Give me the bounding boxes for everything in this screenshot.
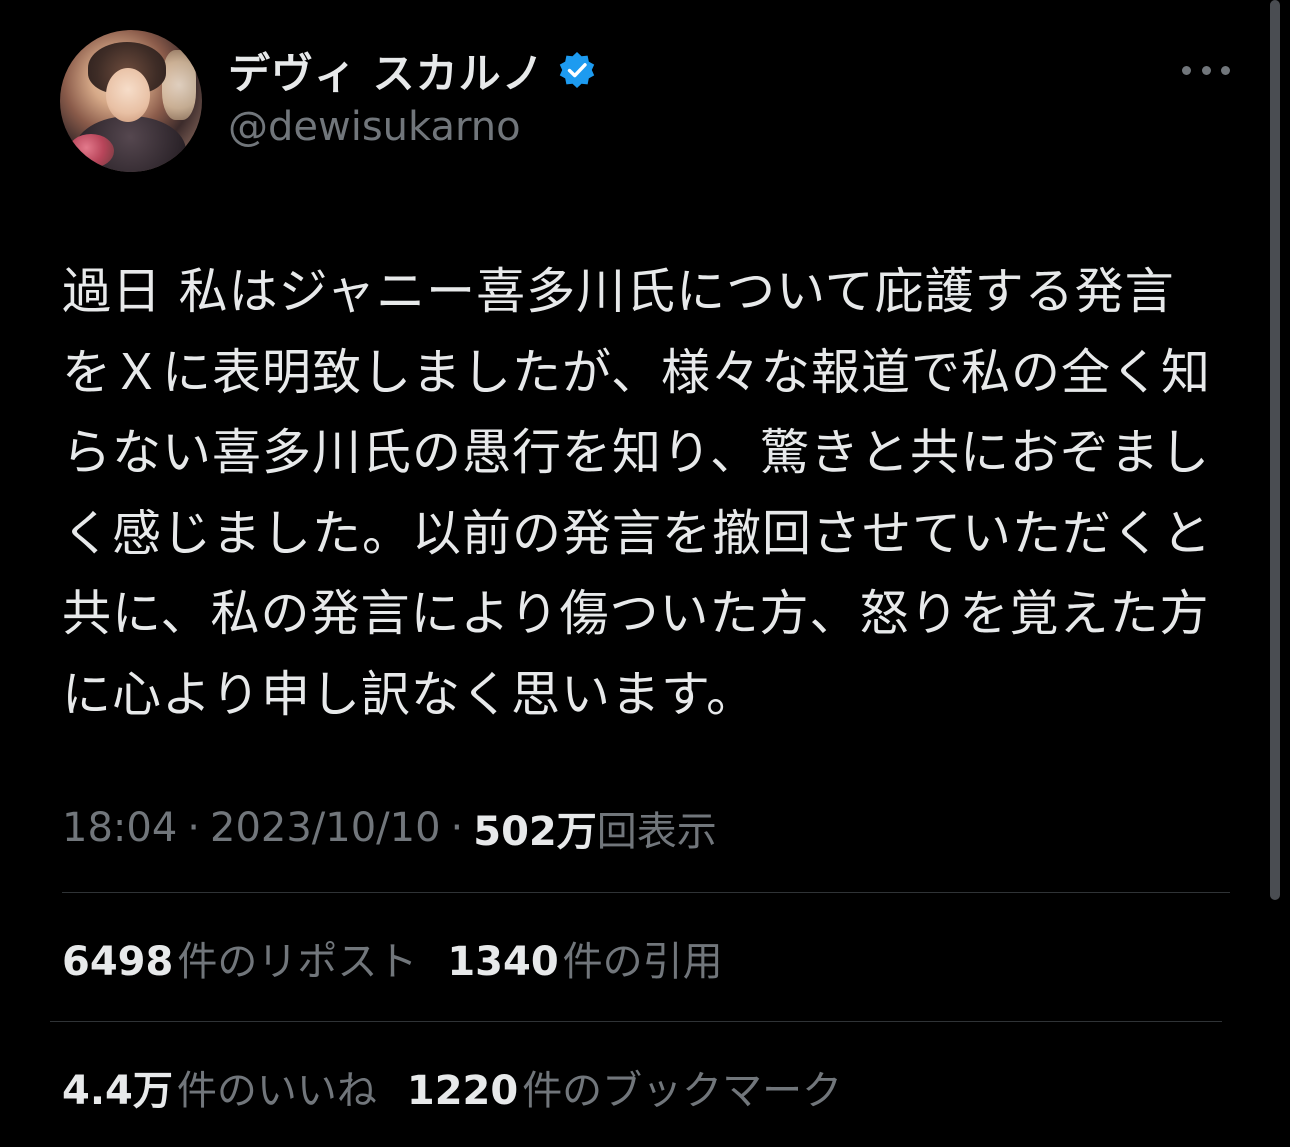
quotes-stat[interactable]: 1340 件の引用: [447, 929, 722, 987]
post-meta: 18:04 · 2023/10/10 · 502万 回表示: [62, 800, 717, 856]
divider: [50, 1021, 1222, 1022]
post-date[interactable]: 2023/10/10: [210, 805, 441, 851]
reposts-count: 6498: [62, 939, 174, 985]
quotes-label: 件の引用: [562, 939, 723, 985]
post-text-line: 過日 私はジャニー喜多川氏について庇護する発言: [62, 263, 1175, 320]
scrollbar[interactable]: [1270, 0, 1280, 900]
quotes-count: 1340: [447, 939, 559, 985]
post-time[interactable]: 18:04: [62, 805, 177, 851]
post-header: デヴィ スカルノ @dewisukarno: [60, 30, 1230, 180]
bookmarks-count: 1220: [406, 1068, 519, 1114]
post-detail: デヴィ スカルノ @dewisukarno 過日 私はジャニー喜多川氏について庇…: [0, 0, 1290, 1147]
bookmarks-label: 件のブックマーク: [522, 1068, 843, 1114]
user-handle[interactable]: @dewisukarno: [228, 104, 521, 150]
likes-count: 4.4万: [62, 1068, 173, 1114]
bookmarks-stat[interactable]: 1220 件のブックマーク: [407, 1058, 842, 1116]
display-name[interactable]: デヴィ スカルノ: [228, 40, 545, 101]
more-dot: [1221, 65, 1230, 75]
meta-separator: ·: [450, 805, 464, 851]
views-count[interactable]: 502万: [473, 799, 597, 857]
more-options-icon[interactable]: [1182, 50, 1230, 90]
verified-badge-icon[interactable]: [557, 50, 597, 90]
reposts-label: 件のリポスト: [177, 939, 418, 985]
more-dot: [1201, 65, 1211, 75]
avatar-flowers: [68, 134, 114, 168]
avatar-face: [106, 68, 150, 122]
likes-label: 件のいいね: [176, 1068, 377, 1114]
post-text-line: らない喜多川氏の愚行を知り、驚きと共におぞまし: [62, 424, 1211, 481]
post-text-line: に心より申し訳なく思います。: [62, 665, 757, 723]
more-dot: [1182, 65, 1191, 75]
meta-separator: ·: [187, 805, 200, 851]
post-text-line: く感じました。以前の発言を撤回させていただくと: [62, 504, 1213, 562]
views-label[interactable]: 回表示: [597, 799, 717, 857]
divider: [62, 892, 1230, 893]
avatar[interactable]: [60, 30, 202, 172]
avatar-background-decor: [162, 50, 196, 120]
likes-stat[interactable]: 4.4万 件のいいね: [62, 1058, 377, 1116]
stats-row-1: 6498 件のリポスト 1340 件の引用: [62, 928, 753, 988]
reposts-stat[interactable]: 6498 件のリポスト: [62, 929, 417, 987]
post-text-line: 共に、私の発言により傷ついた方、怒りを覚えた方: [62, 585, 1210, 642]
post-text: 過日 私はジャニー喜多川氏について庇護する発言 をＸに表明致しましたが、様々な報…: [62, 252, 1227, 735]
post-text-line: をＸに表明致しましたが、様々な報道で私の全く知: [62, 343, 1212, 401]
name-row[interactable]: デヴィ スカルノ: [228, 40, 597, 100]
stats-row-2: 4.4万 件のいいね 1220 件のブックマーク: [62, 1057, 872, 1117]
